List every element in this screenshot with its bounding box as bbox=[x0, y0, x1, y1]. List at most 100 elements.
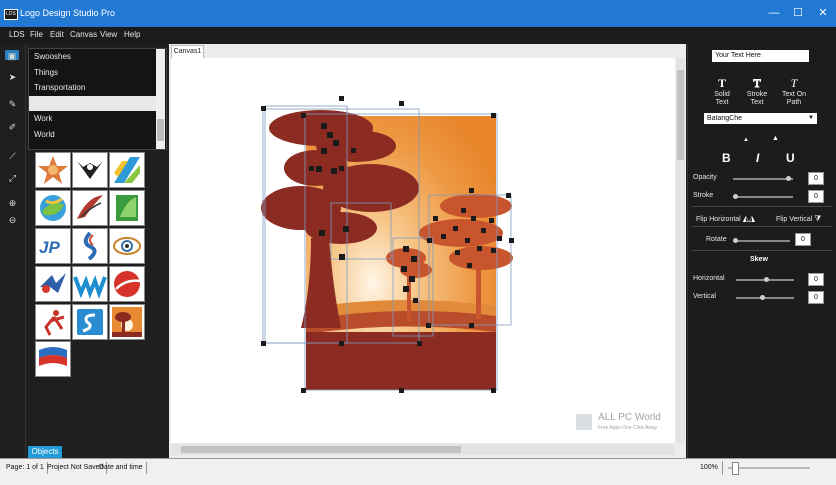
text-on-path-button[interactable]: T Text On Path bbox=[780, 76, 808, 107]
stroke-knob[interactable] bbox=[733, 194, 738, 199]
stroke-text-button[interactable]: T Stroke Text bbox=[746, 76, 768, 107]
skew-horizontal-field[interactable]: 0 bbox=[808, 273, 824, 286]
close-button[interactable]: ✕ bbox=[815, 5, 831, 21]
pen-tool-icon[interactable]: ✎ bbox=[6, 98, 19, 111]
opacity-slider[interactable] bbox=[733, 178, 793, 180]
category-work[interactable]: Work bbox=[29, 111, 160, 126]
logo-thumb-stripes[interactable] bbox=[109, 152, 145, 188]
zoom-in-icon[interactable]: ⊕ bbox=[6, 197, 19, 210]
menu-help[interactable]: Help bbox=[124, 30, 140, 39]
logo-thumb-feather[interactable] bbox=[72, 190, 108, 226]
rotate-label: Rotate bbox=[706, 236, 727, 243]
flip-horizontal-icon: ◭◮ bbox=[742, 214, 756, 223]
stroke-field[interactable]: 0 bbox=[808, 190, 824, 203]
flip-vertical-label: Flip Vertical bbox=[776, 216, 813, 223]
skew-vertical-knob[interactable] bbox=[760, 295, 765, 300]
logo-thumb-star[interactable] bbox=[35, 152, 71, 188]
pointer-tool-icon[interactable]: ➤ bbox=[6, 71, 19, 84]
minimize-button[interactable]: — bbox=[766, 5, 782, 21]
opacity-label: Opacity bbox=[693, 174, 717, 181]
opacity-field[interactable]: 0 bbox=[808, 172, 824, 185]
skew-horizontal-label: Horizontal bbox=[693, 275, 725, 282]
zoom-out-icon[interactable]: ⊖ bbox=[6, 214, 19, 227]
logo-thumb-flag[interactable] bbox=[35, 341, 71, 377]
logo-thumb-bird[interactable] bbox=[35, 266, 71, 302]
category-things[interactable]: Things bbox=[29, 65, 160, 80]
solid-text-button[interactable]: T Solid Text bbox=[712, 76, 732, 107]
menu-edit[interactable]: Edit bbox=[50, 30, 64, 39]
pencil-tool-icon[interactable]: ✐ bbox=[6, 121, 19, 134]
app-logo-icon: LDS bbox=[4, 9, 18, 20]
status-bar: Page: 1 of 1 Project Not Saved Date and … bbox=[0, 458, 836, 485]
curve-tool-icon[interactable]: ⤢ bbox=[6, 172, 19, 185]
stroke-text-icon: T bbox=[753, 76, 761, 91]
category-swooshes[interactable]: Swooshes bbox=[29, 49, 160, 64]
canvas-vertical-scrollbar[interactable] bbox=[676, 58, 685, 443]
logo-thumb-globe[interactable] bbox=[35, 190, 71, 226]
bold-button[interactable]: B bbox=[722, 151, 731, 165]
solid-text-label: Solid Text bbox=[714, 91, 730, 106]
image-tool-icon[interactable]: ▣ bbox=[5, 50, 19, 61]
underline-button[interactable]: U bbox=[786, 151, 795, 165]
category-list[interactable]: Swooshes Things Transportation Work Worl… bbox=[28, 48, 167, 150]
logo-thumb-red-circle[interactable] bbox=[109, 266, 145, 302]
stroke-slider[interactable] bbox=[733, 196, 793, 198]
rotate-knob[interactable] bbox=[733, 238, 738, 243]
maximize-button[interactable]: ☐ bbox=[790, 5, 806, 21]
skew-title: Skew bbox=[750, 256, 768, 263]
zoom-slider-thumb[interactable] bbox=[732, 462, 739, 475]
logo-thumb-letters[interactable]: JP bbox=[35, 228, 71, 264]
logo-thumb-blue-w[interactable] bbox=[72, 266, 108, 302]
status-datetime: Date and time bbox=[96, 462, 147, 474]
menu-file[interactable]: File bbox=[30, 30, 43, 39]
logo-thumb-tribal[interactable] bbox=[72, 152, 108, 188]
window-title: Logo Design Studio Pro bbox=[20, 8, 116, 18]
category-transportation[interactable]: Transportation bbox=[29, 80, 160, 95]
flip-horizontal-label: Flip Horizontal bbox=[696, 216, 741, 223]
logo-thumb-tree-sunset[interactable] bbox=[109, 304, 145, 340]
text-on-path-label: Text On Path bbox=[781, 91, 807, 106]
italic-button[interactable]: I bbox=[756, 151, 759, 165]
skew-vertical-field[interactable]: 0 bbox=[808, 291, 824, 304]
rotate-slider[interactable] bbox=[735, 240, 790, 242]
menu-view[interactable]: View bbox=[100, 30, 117, 39]
logo-thumb-green-box[interactable] bbox=[109, 190, 145, 226]
rotate-field[interactable]: 0 bbox=[795, 233, 811, 246]
opacity-knob[interactable] bbox=[786, 176, 791, 181]
font-select[interactable]: BatangChe ▼ bbox=[704, 113, 817, 124]
category-selected[interactable] bbox=[29, 96, 160, 111]
flip-vertical-icon: ⧩ bbox=[814, 214, 822, 223]
logo-thumb-wave[interactable] bbox=[72, 228, 108, 264]
flip-vertical-button[interactable]: Flip Vertical ⧩ bbox=[776, 214, 821, 224]
font-larger-icon[interactable]: ▲ bbox=[772, 135, 779, 142]
skew-horizontal-knob[interactable] bbox=[764, 277, 769, 282]
skew-vertical-slider[interactable] bbox=[736, 297, 794, 299]
font-smaller-icon[interactable]: ▲ bbox=[743, 137, 749, 143]
logo-thumb-eye[interactable] bbox=[109, 228, 145, 264]
canvas-page[interactable] bbox=[171, 58, 675, 443]
solid-text-icon: T bbox=[717, 76, 726, 90]
logo-thumb-blue-s[interactable] bbox=[72, 304, 108, 340]
canvas-horizontal-scrollbar[interactable] bbox=[171, 444, 675, 455]
zoom-level: 100% bbox=[700, 464, 718, 471]
tab-canvas1[interactable]: Canvas1 bbox=[171, 45, 204, 58]
flip-horizontal-button[interactable]: Flip Horizontal ◭◮ bbox=[696, 214, 755, 223]
zoom-slider[interactable] bbox=[728, 467, 810, 469]
chevron-down-icon: ▼ bbox=[808, 115, 814, 121]
ground-shape bbox=[306, 332, 496, 390]
properties-panel: Your Text Here T Solid Text T Stroke Tex… bbox=[687, 44, 836, 458]
menu-lds[interactable]: LDS bbox=[9, 30, 25, 39]
menu-canvas[interactable]: Canvas bbox=[70, 30, 97, 39]
status-page: Page: 1 of 1 bbox=[3, 462, 48, 474]
stroke-label: Stroke bbox=[693, 192, 714, 199]
category-world[interactable]: World bbox=[29, 127, 160, 142]
logo-artwork[interactable] bbox=[171, 58, 675, 443]
tool-bar: ▣ ➤ ✎ ✐ ⟋ ⤢ ⊕ ⊖ bbox=[0, 44, 26, 458]
text-input[interactable]: Your Text Here bbox=[712, 50, 809, 62]
line-tool-icon[interactable]: ⟋ bbox=[6, 150, 19, 163]
objects-tab[interactable]: Objects bbox=[28, 446, 62, 458]
svg-text:JP: JP bbox=[39, 238, 60, 257]
category-scrollbar[interactable] bbox=[156, 49, 165, 149]
watermark-logo-icon bbox=[576, 414, 592, 430]
logo-thumb-athlete[interactable] bbox=[35, 304, 71, 340]
